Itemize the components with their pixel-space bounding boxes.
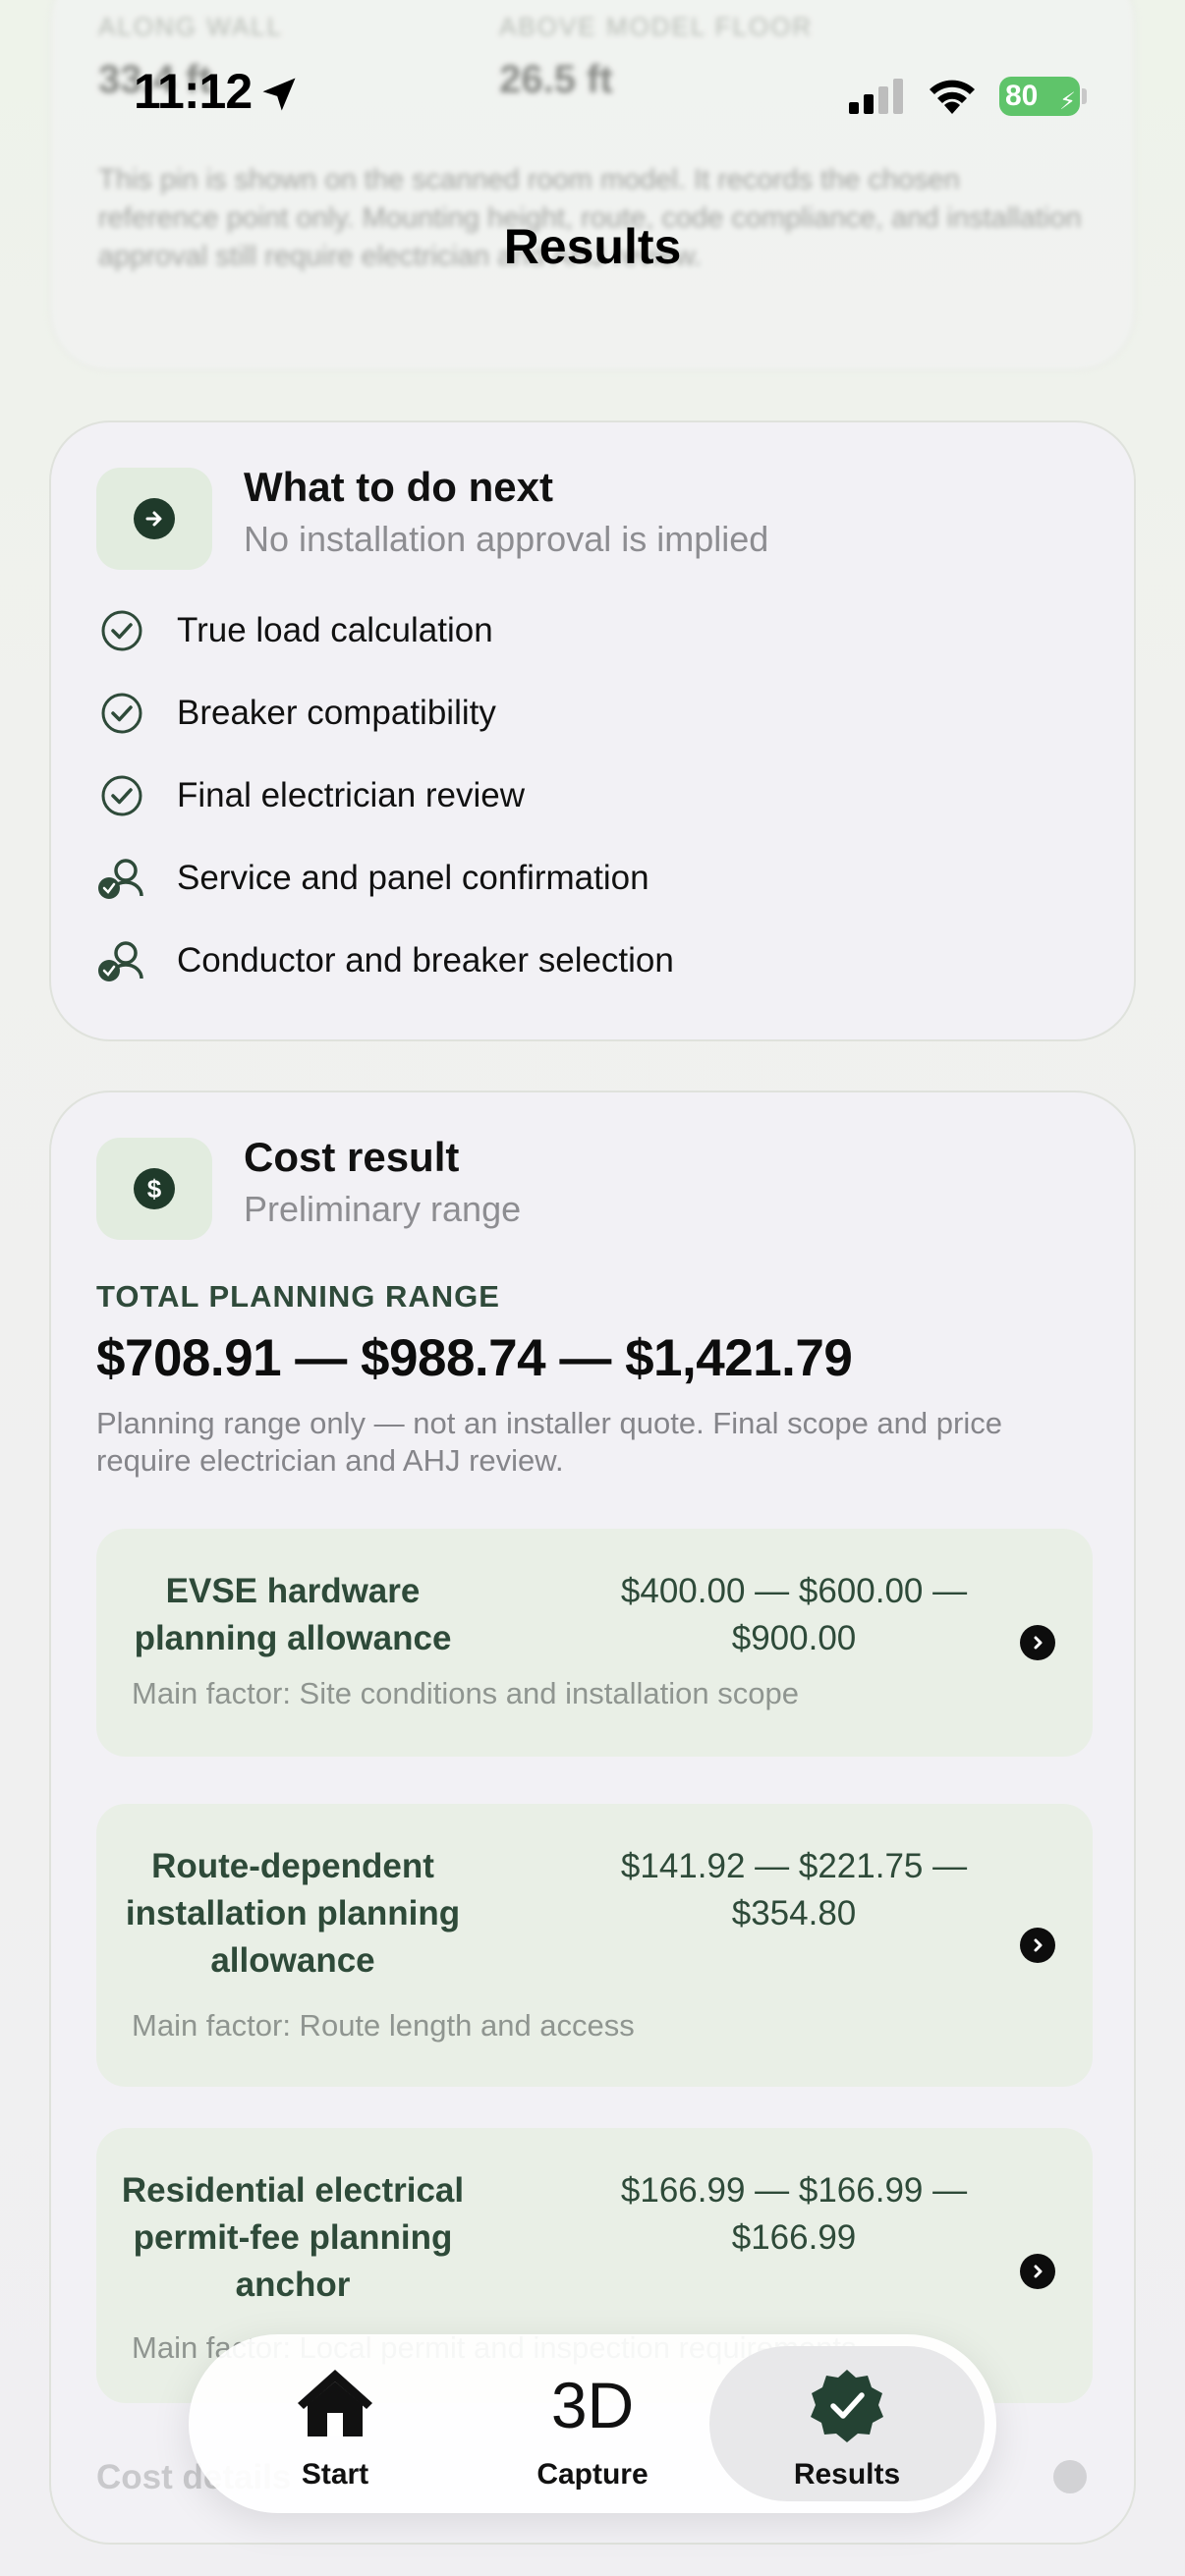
list-item: Service and panel confirmation <box>94 837 674 920</box>
above-floor-label: ABOVE MODEL FLOOR <box>499 12 814 41</box>
line-item-title: EVSE hardware planning allowance <box>134 1572 452 1657</box>
house-icon <box>202 2366 468 2438</box>
next-step-label: Service and panel confirmation <box>177 859 649 897</box>
battery-indicator: 80 ⚡ <box>999 77 1080 116</box>
cost-result-card: $ Cost result Preliminary range TOTAL PL… <box>49 1091 1136 2545</box>
cost-title: Cost result <box>244 1134 460 1180</box>
list-item: True load calculation <box>94 589 674 672</box>
check-circle-icon <box>94 603 149 658</box>
line-item-price: $400.00 — $600.00 — $900.00 <box>620 1572 968 1657</box>
tab-label: Start <box>301 2458 369 2491</box>
list-item: Final electrician review <box>94 755 674 837</box>
wifi-icon <box>930 80 975 114</box>
dollar-circle-icon: $ <box>134 1168 175 1209</box>
check-circle-icon <box>94 686 149 741</box>
location-arrow-icon <box>262 78 296 111</box>
cellular-signal-icon <box>849 79 903 114</box>
line-item-factor: Main factor: Site conditions and install… <box>132 1676 799 1710</box>
charging-bolt-icon: ⚡ <box>1059 88 1076 115</box>
line-item-price: $141.92 — $221.75 — $354.80 <box>620 1847 968 1932</box>
status-bar: 11:12 80 ⚡ <box>0 59 1185 128</box>
pin-summary-card: ALONG WALL 33.4 ft ABOVE MODEL FLOOR 26.… <box>49 0 1136 371</box>
chevron-right-icon[interactable] <box>1020 1625 1055 1660</box>
tab-label: Capture <box>536 2458 649 2491</box>
badge-check-icon <box>709 2366 985 2446</box>
page-title: Results <box>503 219 682 274</box>
next-step-label: Conductor and breaker selection <box>177 941 674 980</box>
along-wall-label: ALONG WALL <box>98 12 284 41</box>
line-item-price: $166.99 — $166.99 — $166.99 <box>620 2171 968 2257</box>
tab-label: Results <box>793 2458 901 2491</box>
chevron-right-icon[interactable] <box>1020 2254 1055 2289</box>
tab-capture[interactable]: 3D Capture <box>460 2346 725 2501</box>
total-range-label: TOTAL PLANNING RANGE <box>96 1279 500 1314</box>
next-step-label: Final electrician review <box>177 776 526 814</box>
cost-line-item-installation[interactable]: Route-dependent installation planning al… <box>96 1804 1093 2087</box>
line-item-title: Route-dependent installation planning al… <box>125 1847 461 1980</box>
cost-icon-tile: $ <box>96 1138 212 1240</box>
next-step-label: True load calculation <box>177 611 493 649</box>
line-item-factor: Main factor: Route length and access <box>132 2008 635 2043</box>
chevron-right-icon[interactable] <box>1020 1928 1055 1963</box>
list-item: Breaker compatibility <box>94 672 674 755</box>
person-check-icon <box>94 851 149 906</box>
cost-line-item-hardware[interactable]: EVSE hardware planning allowance $400.00… <box>96 1529 1093 1757</box>
next-steps-header: What to do next No installation approval… <box>96 464 769 570</box>
line-item-title: Residential electrical permit-fee planni… <box>121 2171 465 2304</box>
next-steps-icon-tile <box>96 468 212 570</box>
battery-cap <box>1082 88 1087 104</box>
tab-bar: Start 3D Capture Results <box>189 2334 996 2513</box>
chevron-right-icon[interactable] <box>1053 2460 1087 2493</box>
tab-start[interactable]: Start <box>202 2346 468 2501</box>
next-steps-card: What to do next No installation approval… <box>49 420 1136 1041</box>
3d-glyph-icon: 3D <box>550 2369 635 2441</box>
cost-header: $ Cost result Preliminary range <box>96 1134 522 1240</box>
range-disclaimer: Planning range only — not an installer q… <box>96 1406 1002 1478</box>
person-check-icon <box>94 933 149 988</box>
total-range-value: $708.91 — $988.74 — $1,421.79 <box>96 1329 853 1387</box>
check-circle-icon <box>94 768 149 823</box>
next-step-label: Breaker compatibility <box>177 694 496 732</box>
list-item: Conductor and breaker selection <box>94 920 674 1002</box>
next-steps-list: True load calculation Breaker compatibil… <box>94 589 674 1002</box>
status-time: 11:12 <box>134 64 253 119</box>
tab-results[interactable]: Results <box>709 2346 985 2501</box>
next-steps-subtitle: No installation approval is implied <box>244 519 769 559</box>
arrow-right-circle-icon <box>134 498 175 539</box>
next-steps-title: What to do next <box>244 464 553 510</box>
battery-level: 80 <box>1005 80 1039 112</box>
cost-subtitle: Preliminary range <box>244 1189 522 1229</box>
